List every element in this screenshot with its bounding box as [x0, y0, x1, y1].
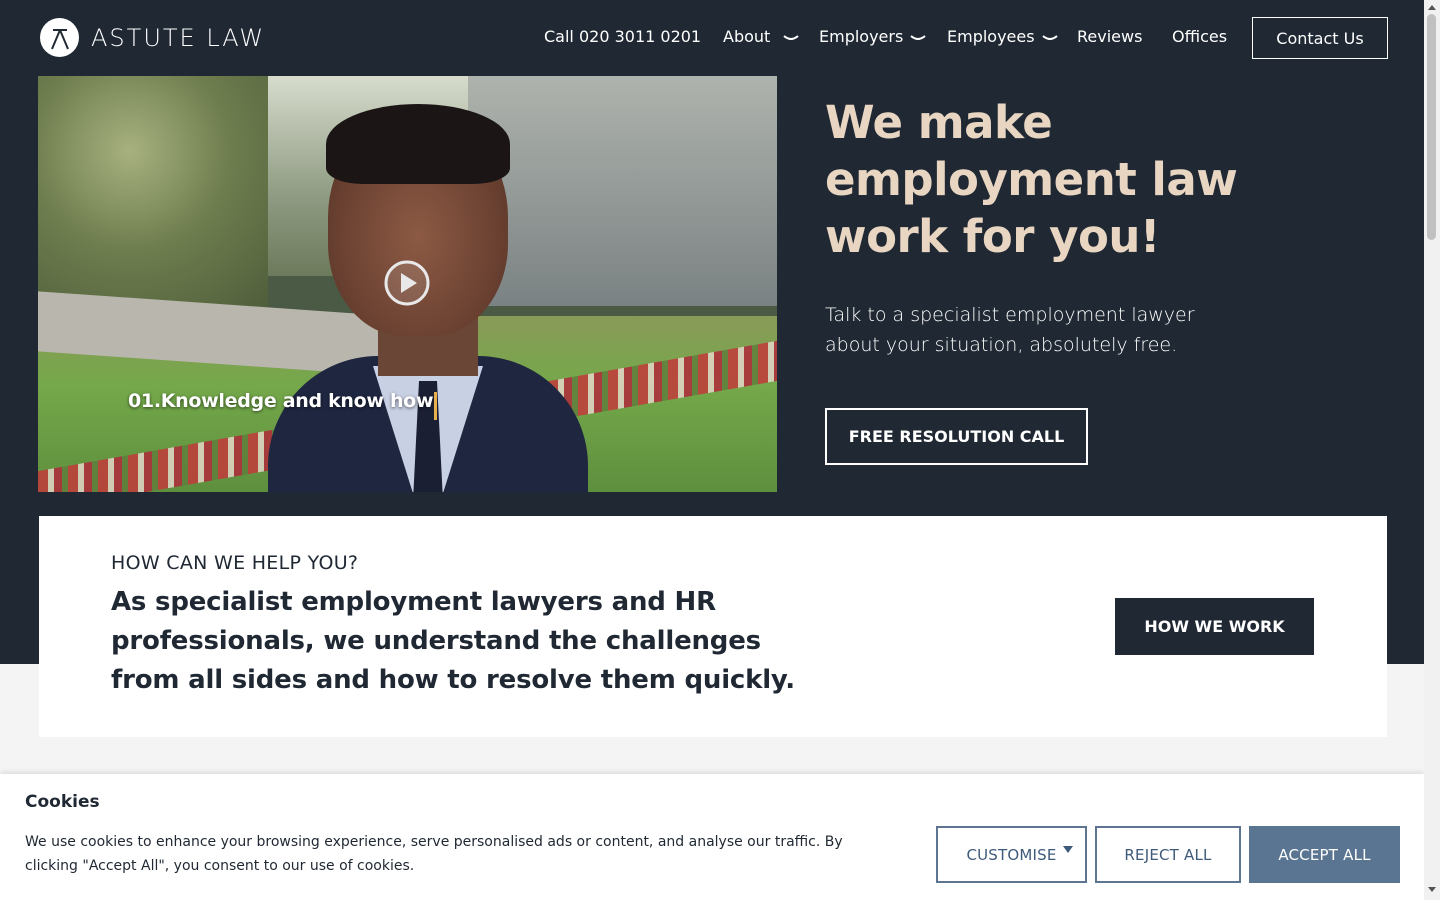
caption-cursor: [434, 392, 437, 420]
nav-reviews[interactable]: Reviews: [1077, 24, 1142, 50]
help-eyebrow: HOW CAN WE HELP YOU?: [111, 552, 359, 574]
logo-text: ASTUTE LAW: [91, 23, 266, 52]
free-resolution-call-button[interactable]: FREE RESOLUTION CALL: [825, 408, 1088, 465]
cookie-text: We use cookies to enhance your browsing …: [25, 834, 843, 874]
nav-employees[interactable]: Employees: [947, 24, 1035, 50]
help-body: As specialist employment lawyers and HR …: [111, 587, 795, 695]
nav-offices[interactable]: Offices: [1172, 24, 1227, 50]
accept-all-button[interactable]: ACCEPT ALL: [1249, 826, 1400, 883]
hero-subtitle: Talk to a specialist employment lawyer a…: [825, 304, 1195, 356]
how-we-work-button[interactable]: HOW WE WORK: [1115, 598, 1314, 655]
cookie-title: Cookies: [25, 792, 100, 812]
help-card: HOW CAN WE HELP YOU? As specialist emplo…: [39, 516, 1387, 737]
play-icon[interactable]: [384, 260, 430, 306]
nav-phone-link[interactable]: Call 020 3011 0201: [544, 24, 701, 50]
scrollbar-thumb[interactable]: [1427, 14, 1436, 240]
cookie-banner: Cookies We use cookies to enhance your b…: [0, 774, 1424, 900]
page-scrollbar[interactable]: [1424, 0, 1440, 900]
scroll-down-icon[interactable]: [1428, 887, 1436, 892]
nav-about[interactable]: About: [723, 24, 770, 50]
site-logo[interactable]: ASTUTE LAW: [40, 18, 265, 57]
caret-down-icon: [1063, 846, 1073, 853]
intro-video[interactable]: 01.Knowledge and know how: [38, 76, 777, 492]
chevron-down-icon[interactable]: [782, 24, 800, 58]
hero-title: We make employment law work for you!: [825, 96, 1238, 263]
astute-mark-icon: [40, 18, 79, 57]
video-caption: 01.Knowledge and know how: [128, 390, 434, 412]
chevron-down-icon[interactable]: [1041, 24, 1059, 58]
customise-label: CUSTOMISE: [966, 845, 1057, 864]
chevron-down-icon[interactable]: [909, 24, 927, 58]
reject-all-button[interactable]: REJECT ALL: [1095, 826, 1241, 883]
nav-employers[interactable]: Employers: [819, 24, 903, 50]
contact-us-button[interactable]: Contact Us: [1252, 17, 1388, 59]
customise-button[interactable]: CUSTOMISE: [936, 826, 1087, 883]
scroll-up-icon[interactable]: [1428, 5, 1436, 10]
